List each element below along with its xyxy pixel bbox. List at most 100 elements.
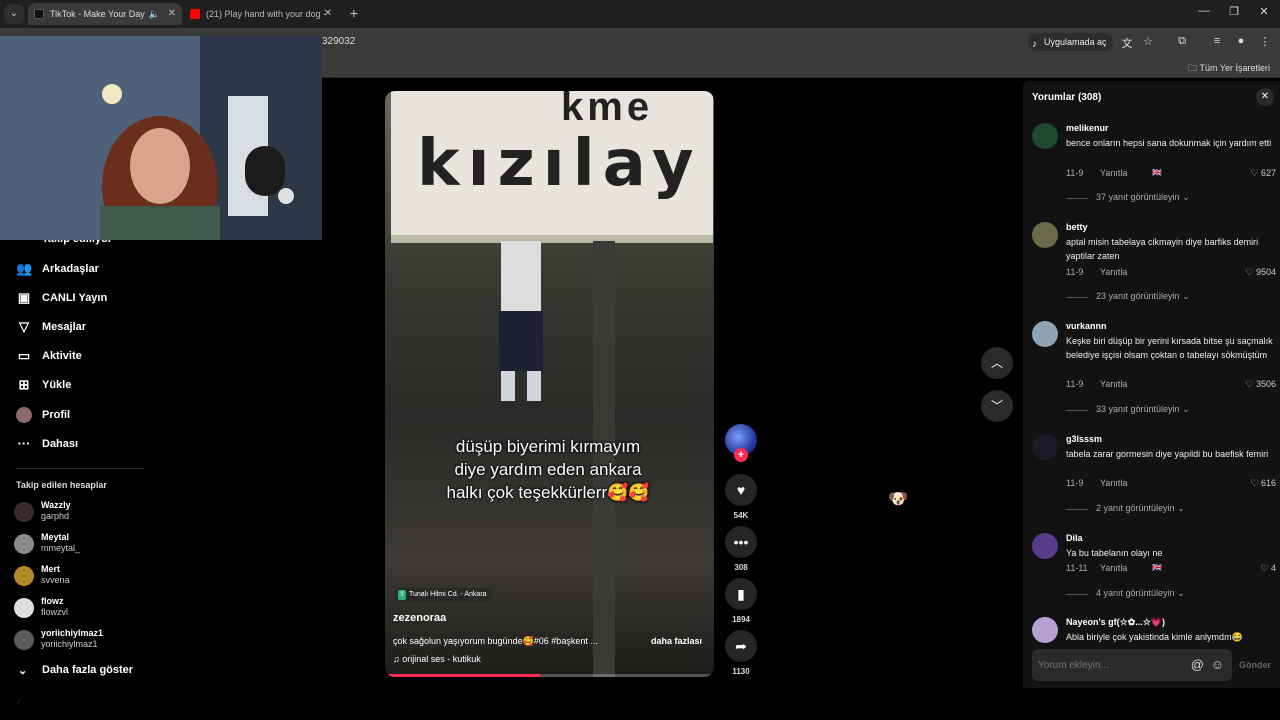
- view-replies-button[interactable]: 37 yanıt görüntüleyin ⌄: [1066, 192, 1190, 203]
- view-replies-label: 4 yanıt görüntüleyin: [1096, 588, 1175, 598]
- heart-outline-icon: ♡: [1245, 379, 1254, 389]
- caption-line: diye yardım eden ankara: [454, 460, 642, 479]
- comment-like[interactable]: ♡ 9504: [1245, 267, 1276, 278]
- reply-button[interactable]: Yanıtla: [1100, 563, 1127, 573]
- minimize-icon[interactable]: —: [1194, 5, 1214, 17]
- previous-video-button[interactable]: ︿: [981, 347, 1013, 379]
- close-tab-icon[interactable]: ✕: [168, 3, 176, 25]
- comment-user[interactable]: Nayeon's gf(☆✿...☆💗): [1066, 617, 1165, 628]
- avatar[interactable]: [1032, 533, 1058, 559]
- extensions-icon[interactable]: ⧉: [1175, 35, 1189, 48]
- follow-plus-icon[interactable]: +: [734, 448, 748, 462]
- view-replies-button[interactable]: 23 yanıt görüntüleyin ⌄: [1066, 291, 1190, 302]
- close-window-icon[interactable]: ✕: [1254, 5, 1274, 18]
- save-button[interactable]: ▮: [725, 578, 757, 610]
- view-replies-button[interactable]: 4 yanıt görüntüleyin ⌄: [1066, 588, 1185, 599]
- view-replies-button[interactable]: 33 yanıt görüntüleyin ⌄: [1066, 404, 1190, 415]
- sidebar-item-label: Arkadaşlar: [42, 263, 99, 275]
- all-bookmarks-button[interactable]: 🗀 Tüm Yer İşaretleri: [1188, 61, 1270, 77]
- screen: ⌄ TikTok - Make Your Day 🔈 ✕ (21) Play h…: [0, 0, 1280, 720]
- video-description: çok sağolun yaşıyorum bugünde🥰#06 #başke…: [393, 636, 598, 646]
- star-icon[interactable]: ☆: [1141, 35, 1155, 48]
- video-sound[interactable]: ♫ orijinal ses - kutikuk: [393, 654, 481, 664]
- chevron-down-icon: ⌄: [1177, 503, 1185, 513]
- sidebar-item-label: Profil: [42, 409, 71, 421]
- reply-button[interactable]: Yanıtla: [1100, 168, 1127, 178]
- reply-button[interactable]: Yanıtla: [1100, 379, 1127, 389]
- sound-label: orijinal ses - kutikuk: [402, 654, 481, 664]
- show-more-button[interactable]: ⌄ Daha fazla göster: [18, 664, 133, 677]
- webcam-feed-image: [0, 36, 322, 240]
- messages-icon: ▽: [19, 319, 29, 334]
- sidebar-item-activity[interactable]: ▭ Aktivite: [16, 346, 82, 366]
- comment-like[interactable]: ♡ 627: [1250, 168, 1276, 179]
- comment-input[interactable]: [1038, 657, 1178, 673]
- reply-button[interactable]: Yanıtla: [1100, 267, 1127, 277]
- heart-outline-icon: ♡: [1245, 267, 1254, 277]
- video-author[interactable]: zezenoraa: [393, 612, 446, 624]
- sidebar-item-messages[interactable]: ▽ Mesajlar: [16, 317, 86, 337]
- comments-title: Yorumlar (308): [1032, 92, 1102, 103]
- share-button[interactable]: ➦: [725, 630, 757, 662]
- comment-date: 11-9: [1066, 267, 1084, 277]
- sidebar-item-more[interactable]: ··· Dahası: [16, 434, 79, 454]
- sidebar-item-friends[interactable]: 👥 Arkadaşlar: [16, 259, 99, 279]
- avatar: [14, 534, 34, 554]
- tiktok-favicon-icon: [34, 9, 44, 19]
- live-icon: ▣: [17, 290, 31, 305]
- like-button[interactable]: ♥: [725, 474, 757, 506]
- comment-user[interactable]: melikenur: [1066, 123, 1109, 133]
- open-in-app-button[interactable]: ♪ Uygulamada aç: [1028, 33, 1113, 51]
- avatar[interactable]: [1032, 617, 1058, 643]
- avatar[interactable]: [1032, 222, 1058, 248]
- flag-icon: 🇬🇧: [1152, 563, 1162, 572]
- emoji-icon[interactable]: ☺: [1211, 657, 1224, 672]
- reading-list-icon[interactable]: ≡: [1210, 35, 1224, 47]
- view-replies-button[interactable]: 2 yanıt görüntüleyin ⌄: [1066, 503, 1185, 514]
- sidebar-item-profile[interactable]: Profil: [16, 405, 70, 425]
- account-handle: garphd: [41, 511, 70, 521]
- mention-icon[interactable]: @: [1191, 657, 1204, 672]
- account-handle: svvena: [41, 575, 70, 585]
- comment-date: 11-9: [1066, 168, 1084, 178]
- comment-meta: 11-11 Yanıtla 🇬🇧 ♡ 4: [1066, 563, 1276, 573]
- profile-icon[interactable]: ●: [1234, 35, 1248, 47]
- comment-like[interactable]: ♡ 4: [1260, 563, 1276, 574]
- tab-tiktok[interactable]: TikTok - Make Your Day 🔈 ✕: [28, 3, 182, 25]
- comment-button[interactable]: •••: [725, 526, 757, 558]
- sidebar-item-live[interactable]: ▣ CANLI Yayın: [16, 288, 107, 308]
- reply-button[interactable]: Yanıtla: [1100, 478, 1127, 488]
- avatar[interactable]: [1032, 434, 1058, 460]
- comment-user[interactable]: betty: [1066, 222, 1088, 232]
- comment-user[interactable]: vurkannn: [1066, 321, 1107, 331]
- url-text[interactable]: 329032: [322, 36, 355, 47]
- new-tab-button[interactable]: +: [346, 4, 362, 22]
- close-tab-icon[interactable]: ✕: [324, 3, 332, 25]
- restore-icon[interactable]: ❐: [1224, 5, 1244, 18]
- open-in-app-label: Uygulamada aç: [1044, 37, 1107, 47]
- translate-icon[interactable]: 文: [1120, 35, 1134, 51]
- browser-tab-bar: ⌄ TikTok - Make Your Day 🔈 ✕ (21) Play h…: [0, 0, 1280, 28]
- comment-user[interactable]: Dila: [1066, 533, 1083, 543]
- heart-outline-icon: ♡: [1260, 563, 1269, 573]
- comment-like[interactable]: ♡ 616: [1250, 478, 1276, 489]
- avatar[interactable]: [1032, 321, 1058, 347]
- tab-search-icon[interactable]: ⌄: [4, 4, 24, 24]
- next-video-button[interactable]: ﹀: [981, 390, 1013, 422]
- close-icon[interactable]: ✕: [1256, 88, 1274, 106]
- avatar: [14, 566, 34, 586]
- location-badge[interactable]: ⇧ Tunalı Hilmi Cd. - Ankara: [395, 588, 492, 602]
- comment-user[interactable]: g3lsssm: [1066, 434, 1102, 444]
- kebab-menu-icon[interactable]: ⋮: [1258, 35, 1272, 48]
- video-player[interactable]: kme kızılay düşüp biyerimi kırmayım diye…: [385, 91, 714, 677]
- video-progress-bar[interactable]: [385, 674, 714, 677]
- speaker-icon[interactable]: 🔈: [149, 3, 160, 25]
- send-button[interactable]: Gönder: [1239, 660, 1271, 670]
- more-link[interactable]: daha fazlası: [651, 636, 702, 646]
- comment-like[interactable]: ♡ 3506: [1245, 379, 1276, 390]
- tab-youtube[interactable]: (21) Play hand with your dog - ✕: [184, 3, 338, 25]
- sidebar-item-upload[interactable]: ⊞ Yükle: [16, 375, 72, 395]
- share-count: 1130: [732, 667, 750, 676]
- heart-outline-icon: ♡: [1250, 478, 1259, 488]
- avatar[interactable]: [1032, 123, 1058, 149]
